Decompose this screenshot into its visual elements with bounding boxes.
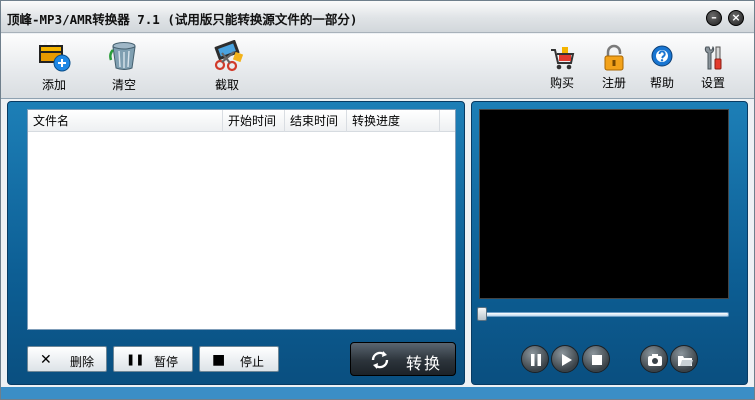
scissors-film-icon bbox=[214, 40, 244, 72]
folder-open-icon bbox=[678, 356, 693, 366]
stop-icon bbox=[592, 355, 602, 365]
column-header-filename[interactable]: 文件名 bbox=[28, 110, 223, 132]
add-button[interactable]: 添加 bbox=[31, 40, 77, 94]
seek-bar[interactable] bbox=[479, 312, 729, 317]
cut-label: 截取 bbox=[214, 78, 239, 92]
buy-label: 购买 bbox=[549, 76, 574, 90]
refresh-arrows-icon bbox=[371, 351, 389, 369]
clear-label: 清空 bbox=[111, 78, 136, 92]
player-stop-button[interactable] bbox=[582, 345, 610, 373]
register-button[interactable]: 注册 bbox=[591, 40, 637, 94]
close-button[interactable]: × bbox=[728, 10, 744, 26]
add-label: 添加 bbox=[41, 78, 66, 92]
delete-button[interactable]: ✕ 删除 bbox=[27, 346, 107, 372]
file-list[interactable]: 文件名 开始时间 结束时间 转换进度 bbox=[27, 109, 456, 330]
column-header-start-time[interactable]: 开始时间 bbox=[223, 110, 285, 132]
pause-icon bbox=[531, 354, 541, 366]
settings-button[interactable]: 设置 bbox=[690, 40, 736, 94]
player-play-button[interactable] bbox=[551, 345, 579, 373]
video-preview bbox=[479, 109, 729, 299]
convert-button[interactable]: 转换 bbox=[350, 342, 456, 376]
column-header-end-time[interactable]: 结束时间 bbox=[285, 110, 347, 132]
toolbar: 添加 清空 截取 购买 注册 帮助 设置 bbox=[1, 34, 754, 99]
minimize-button[interactable]: – bbox=[706, 10, 722, 26]
app-window: 顶峰-MP3/AMR转换器 7.1 (试用版只能转换源文件的一部分) – × 添… bbox=[0, 0, 755, 400]
delete-icon: ✕ bbox=[40, 352, 52, 368]
stop-button[interactable]: ■ 停止 bbox=[199, 346, 279, 372]
film-add-icon bbox=[39, 42, 71, 72]
help-button[interactable]: 帮助 bbox=[639, 40, 685, 94]
trash-can-icon bbox=[109, 42, 136, 70]
convert-label: 转换 bbox=[406, 354, 443, 373]
snapshot-button[interactable] bbox=[640, 345, 668, 373]
stop-icon: ■ bbox=[212, 352, 226, 368]
cut-button[interactable]: 截取 bbox=[204, 40, 250, 94]
title-bar: 顶峰-MP3/AMR转换器 7.1 (试用版只能转换源文件的一部分) – × bbox=[1, 1, 754, 33]
file-list-header: 文件名 开始时间 结束时间 转换进度 bbox=[28, 110, 455, 132]
snapshot-icon bbox=[648, 354, 662, 366]
shopping-cart-icon bbox=[551, 47, 575, 70]
seek-handle[interactable] bbox=[477, 307, 487, 321]
padlock-icon bbox=[604, 44, 624, 71]
play-icon bbox=[562, 354, 572, 366]
delete-label: 删除 bbox=[70, 355, 95, 369]
help-label: 帮助 bbox=[649, 76, 674, 90]
window-title: 顶峰-MP3/AMR转换器 7.1 (试用版只能转换源文件的一部分) bbox=[7, 12, 358, 27]
register-label: 注册 bbox=[601, 76, 626, 90]
buy-button[interactable]: 购买 bbox=[539, 40, 585, 94]
pause-label: 暂停 bbox=[154, 355, 179, 369]
open-folder-button[interactable] bbox=[670, 345, 698, 373]
settings-label: 设置 bbox=[700, 76, 725, 90]
column-header-progress[interactable]: 转换进度 bbox=[347, 110, 440, 132]
player-pause-button[interactable] bbox=[521, 345, 549, 373]
pause-button[interactable]: ❚❚ 暂停 bbox=[113, 346, 193, 372]
pause-icon: ❚❚ bbox=[126, 353, 145, 366]
help-question-icon bbox=[651, 45, 673, 67]
stop-label: 停止 bbox=[240, 355, 265, 369]
status-strip bbox=[1, 387, 754, 399]
clear-button[interactable]: 清空 bbox=[101, 40, 147, 94]
tools-icon bbox=[704, 45, 722, 70]
